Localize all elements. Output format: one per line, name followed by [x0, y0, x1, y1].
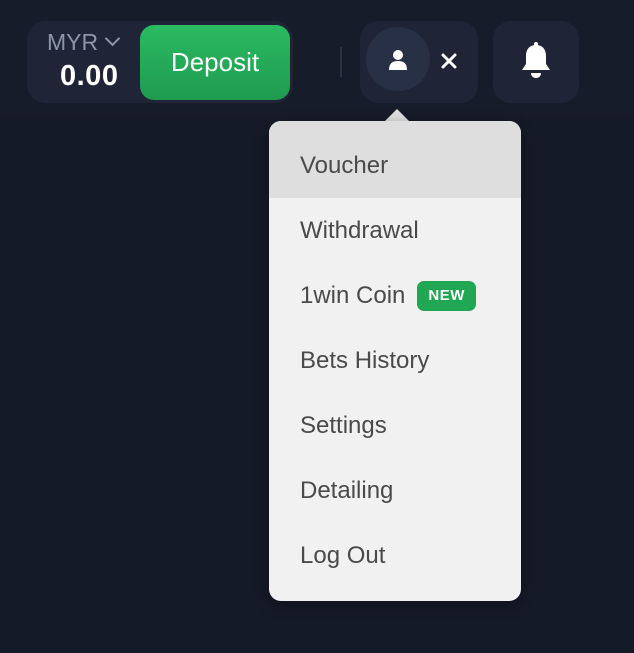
close-icon	[441, 53, 457, 69]
menu-item-label: Withdrawal	[300, 216, 419, 244]
menu-item-label: Detailing	[300, 476, 394, 504]
menu-item-label: Bets History	[300, 346, 430, 374]
notifications-button[interactable]	[493, 21, 579, 103]
currency-label: MYR	[47, 28, 99, 55]
menu-item-label: Log Out	[300, 541, 386, 569]
menu-item-log-out[interactable]: Log Out	[269, 523, 521, 588]
chevron-down-icon	[104, 30, 121, 47]
menu-item-label: Settings	[300, 411, 387, 439]
balance-amount: 0.00	[60, 60, 119, 92]
menu-item-1win-coin[interactable]: 1win Coin NEW	[269, 263, 521, 328]
bell-icon	[522, 42, 550, 78]
profile-dropdown-menu: Voucher Withdrawal 1win Coin NEW Bets Hi…	[269, 121, 521, 601]
new-badge: NEW	[417, 280, 476, 311]
avatar-button[interactable]	[366, 27, 430, 91]
menu-item-label: Voucher	[300, 151, 389, 179]
header-divider	[340, 47, 342, 77]
menu-item-detailing[interactable]: Detailing	[269, 458, 521, 523]
menu-item-label: 1win Coin	[300, 281, 406, 309]
menu-item-bets-history[interactable]: Bets History	[269, 328, 521, 393]
deposit-button[interactable]: Deposit	[140, 25, 290, 100]
page: MYR 0.00 Deposit Voucher Withdrawal 1win…	[0, 0, 634, 653]
menu-item-settings[interactable]: Settings	[269, 393, 521, 458]
currency-select[interactable]: MYR	[47, 27, 121, 57]
menu-item-withdrawal[interactable]: Withdrawal	[269, 198, 521, 263]
close-menu-button[interactable]	[434, 44, 464, 78]
user-icon	[389, 50, 407, 70]
menu-item-voucher[interactable]: Voucher	[269, 121, 521, 198]
